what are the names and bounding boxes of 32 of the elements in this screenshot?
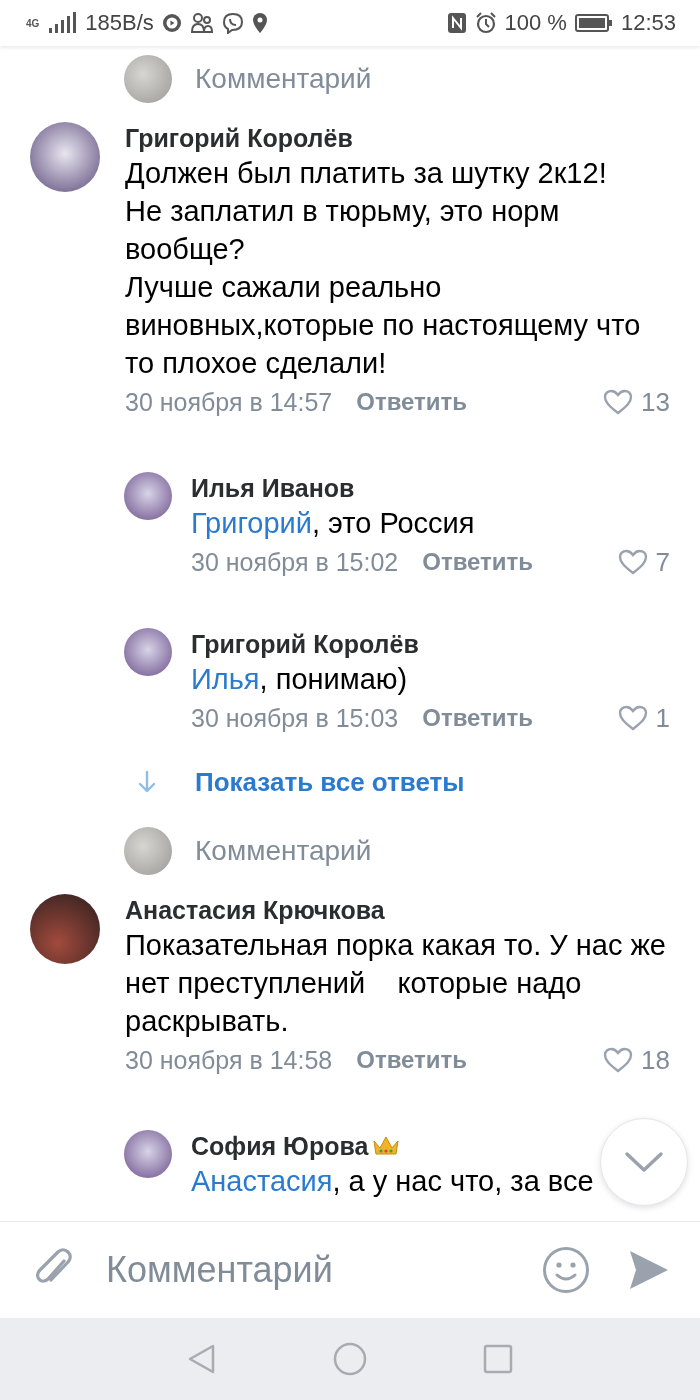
like-count: 18 — [641, 1044, 670, 1076]
comment-text: Показательная порка какая то. У нас же нет преступлений которые надо раскрывать. — [125, 928, 667, 1039]
like-count: 1 — [655, 702, 670, 734]
comment-prompt[interactable]: Комментарий — [195, 835, 372, 867]
mention-link[interactable]: Илья — [191, 663, 260, 695]
comment-input[interactable]: Комментарий — [104, 1248, 522, 1292]
comment-text: Илья, понимаю) — [191, 662, 409, 697]
mention-link[interactable]: Григорий — [191, 507, 312, 539]
network-type: 4G — [26, 17, 40, 29]
author-name[interactable]: София Юрова — [191, 1131, 369, 1161]
author-name[interactable]: Илья Иванов — [191, 473, 355, 503]
reply-link[interactable]: Ответить — [356, 388, 468, 416]
reply-link[interactable]: Ответить — [422, 704, 534, 732]
reply-link[interactable]: Ответить — [422, 548, 534, 576]
clock-time: 12:53 — [620, 10, 676, 36]
battery-percent: 100 % — [504, 10, 567, 36]
mention-link[interactable]: Анастасия — [191, 1165, 333, 1197]
like-count: 7 — [655, 546, 670, 578]
comment-prompt[interactable]: Комментарий — [195, 63, 372, 95]
author-name[interactable]: Анастасия Крючкова — [125, 895, 385, 925]
comment-date: 30 ноября в 15:02 — [191, 547, 399, 577]
comment-date: 30 ноября в 14:58 — [125, 1045, 333, 1075]
comment-text: Должен был платить за шутку 2к12! Не заплатил в тюрьму, это норм вообще? Лучше сажали реально виновных,которые по настоящему что то плохое сделали! — [125, 156, 642, 381]
author-name[interactable]: Григорий Королёв — [191, 629, 419, 659]
show-all-replies-link[interactable]: Показать все ответы — [195, 766, 465, 798]
reply-link[interactable]: Ответить — [356, 1046, 468, 1074]
comment-date: 30 ноября в 15:03 — [191, 703, 399, 733]
comment-date: 30 ноября в 14:57 — [125, 387, 333, 417]
network-speed: 185B/s — [85, 10, 154, 36]
like-count: 13 — [641, 386, 670, 418]
comment-text: Григорий, это Россия — [191, 506, 476, 541]
author-name[interactable]: Григорий Королёв — [125, 123, 353, 153]
